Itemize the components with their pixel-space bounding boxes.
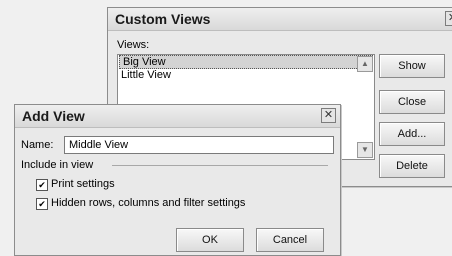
add-view-title: Add View — [22, 108, 85, 124]
include-in-view-label: Include in view — [21, 159, 94, 171]
scroll-up-arrow[interactable]: ▲ — [357, 56, 373, 72]
show-button[interactable]: Show — [379, 54, 445, 78]
print-settings-label: Print settings — [51, 178, 115, 190]
add-view-dialog: Add View ✕ Name: Middle View Include in … — [14, 104, 341, 256]
custom-views-titlebar[interactable]: Custom Views — [108, 8, 452, 31]
group-divider — [112, 165, 328, 166]
views-label: Views: — [117, 39, 150, 51]
hidden-rows-label: Hidden rows, columns and filter settings — [51, 197, 246, 209]
scroll-down-arrow[interactable]: ▼ — [357, 142, 373, 158]
list-item[interactable]: Little View — [118, 69, 374, 81]
checkmark: ✔ — [38, 180, 46, 190]
ok-button[interactable]: OK — [176, 228, 244, 252]
print-settings-checkbox[interactable]: ✔ — [36, 179, 48, 191]
name-input[interactable]: Middle View — [64, 136, 334, 154]
checkmark: ✔ — [38, 199, 46, 209]
close-icon[interactable]: ✕ — [445, 11, 452, 26]
name-label: Name: — [21, 139, 54, 151]
close-icon[interactable]: ✕ — [321, 108, 336, 123]
hidden-rows-checkbox[interactable]: ✔ — [36, 198, 48, 210]
list-item[interactable]: Big View — [119, 55, 373, 69]
custom-views-title: Custom Views — [115, 11, 211, 27]
add-view-titlebar[interactable]: Add View — [15, 105, 340, 128]
close-button[interactable]: Close — [379, 90, 445, 114]
cancel-button[interactable]: Cancel — [256, 228, 324, 252]
add-button[interactable]: Add... — [379, 122, 445, 146]
delete-button[interactable]: Delete — [379, 154, 445, 178]
